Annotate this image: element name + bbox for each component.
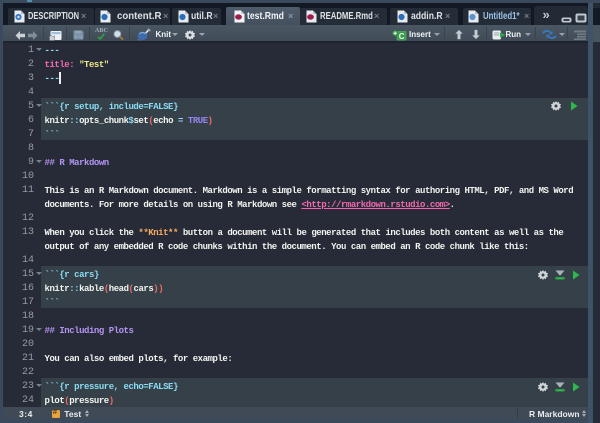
svg-text:C: C [399, 31, 405, 40]
